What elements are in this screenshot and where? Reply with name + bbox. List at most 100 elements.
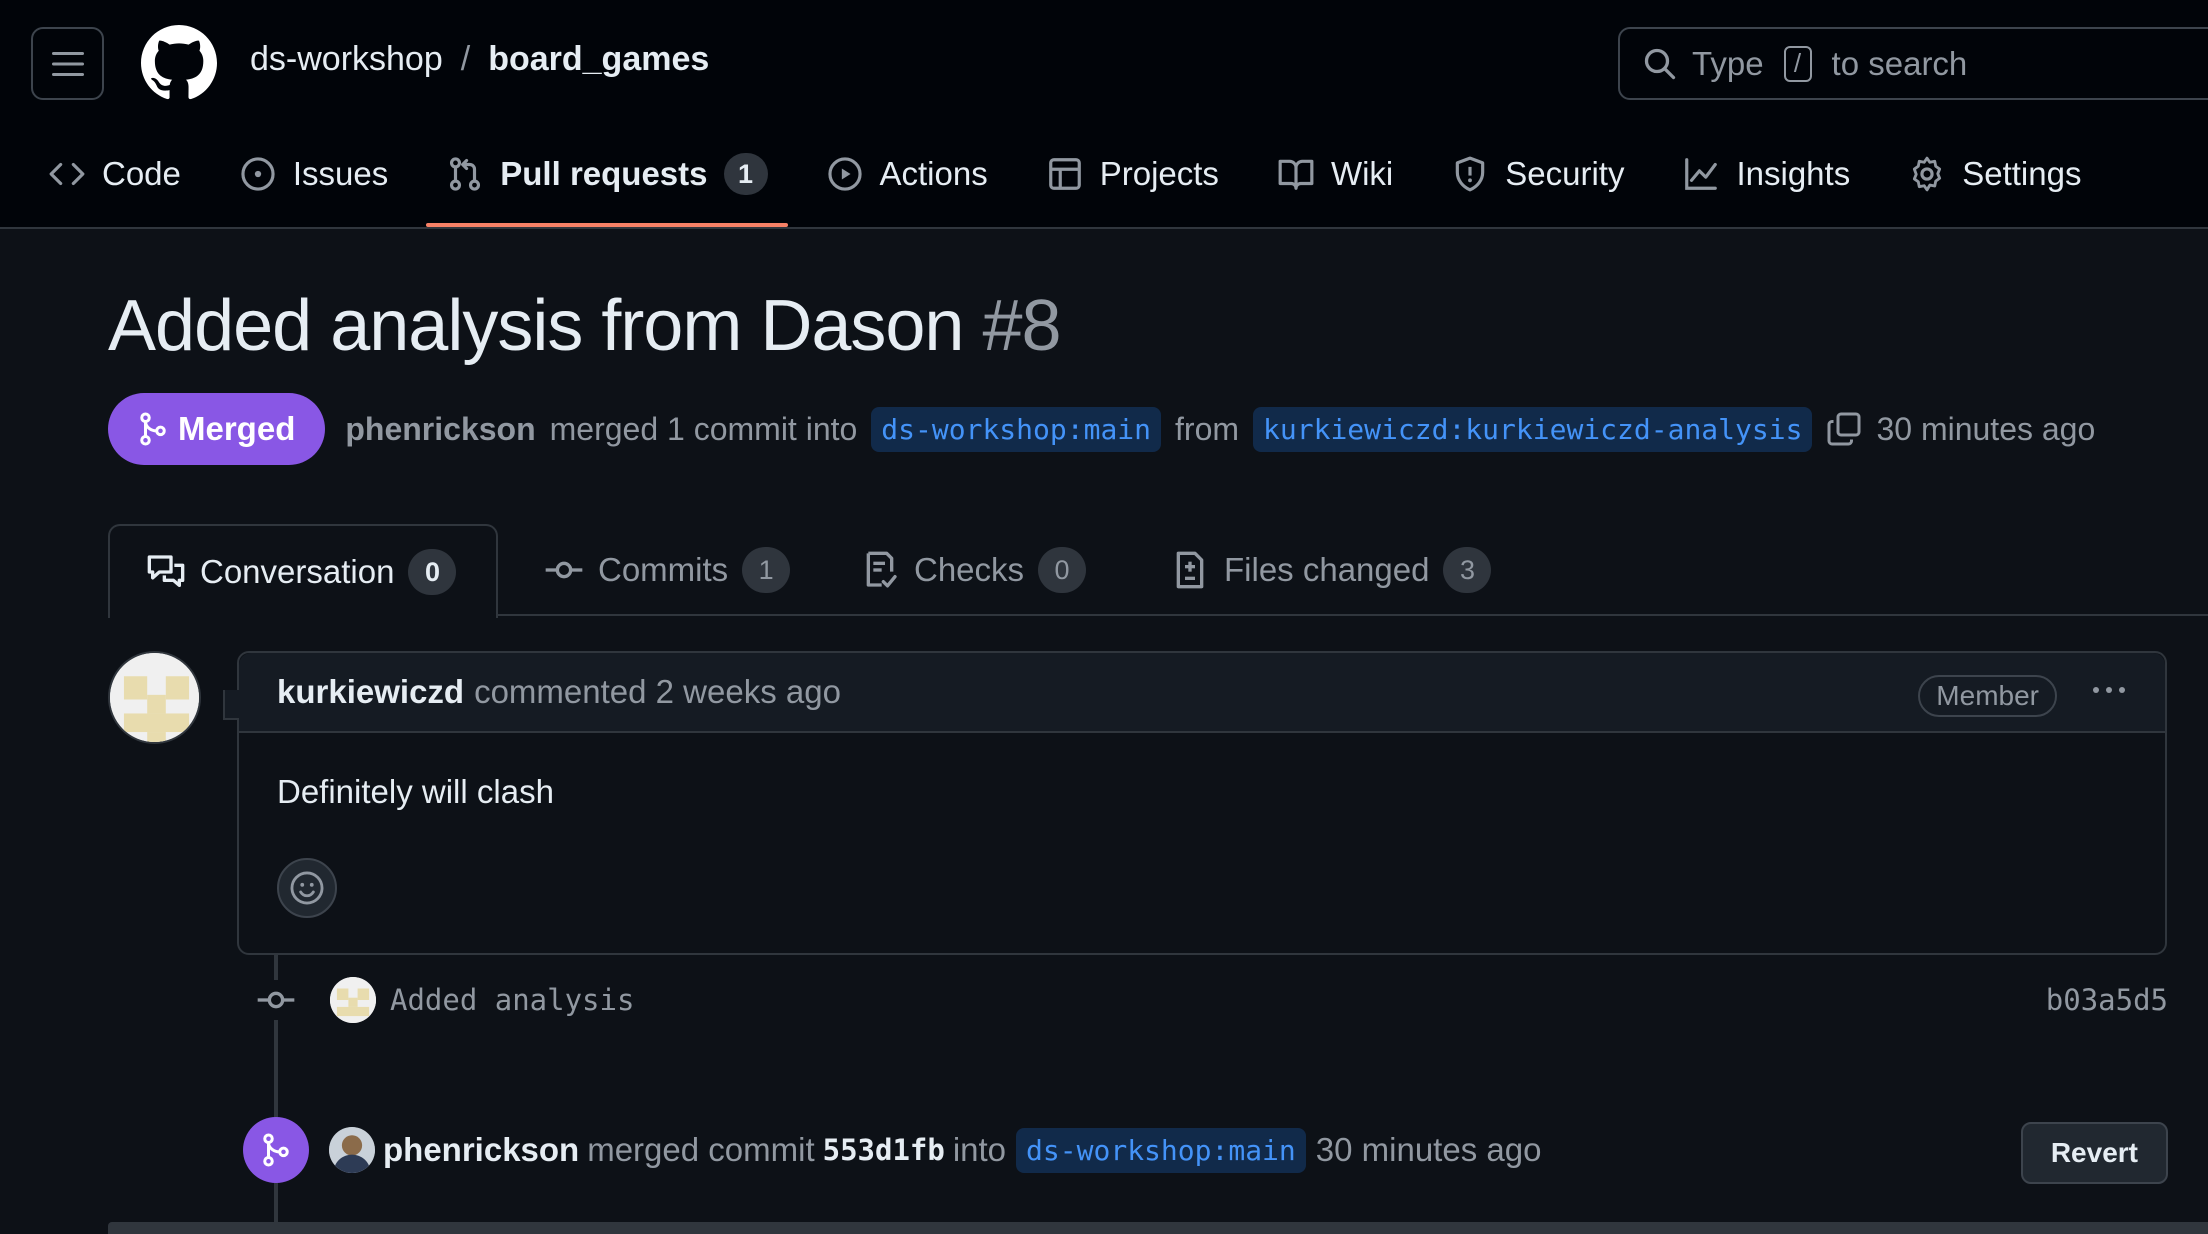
pr-meta: Merged phenrickson merged 1 commit into … (108, 393, 2095, 465)
shield-icon (1456, 156, 1485, 192)
pr-title: Added analysis from Dason #8 (108, 285, 1062, 367)
tab-files-changed[interactable]: Files changed 3 (1170, 524, 1492, 616)
search-icon (1644, 48, 1676, 79)
copy-icon[interactable] (1826, 411, 1862, 447)
gear-icon (1913, 156, 1942, 192)
merge-timestamp[interactable]: 30 minutes ago (1316, 1131, 1542, 1169)
tab-settings[interactable]: Settings (1888, 140, 2101, 208)
tab-actions[interactable]: Actions (806, 140, 1008, 208)
revert-button[interactable]: Revert (2020, 1122, 2168, 1184)
tab-insights-label: Insights (1736, 155, 1851, 192)
merged-event-badge (243, 1117, 309, 1183)
pr-from-text: from (1175, 410, 1240, 447)
checklist-icon (866, 551, 897, 588)
comment-discussion-icon (147, 555, 185, 587)
commit-icon (545, 561, 583, 579)
tab-files-changed-label: Files changed (1224, 551, 1430, 588)
table-icon (1048, 158, 1081, 190)
pull-request-icon (450, 157, 481, 191)
commit-event: Added analysis b03a5d5 (256, 970, 2168, 1030)
book-icon (1278, 159, 1314, 190)
repo-nav: Code Issues Pull requests 1 Actions Proj… (48, 140, 2119, 228)
search-input[interactable]: Type / to search (1618, 27, 2208, 100)
tab-code-label: Code (102, 155, 181, 192)
breadcrumb-owner[interactable]: ds-workshop (250, 40, 443, 79)
merge-icon (140, 412, 166, 446)
add-reaction-button[interactable] (277, 858, 337, 918)
user-photo-avatar-icon (329, 1127, 375, 1173)
identicon-avatar-icon (110, 653, 199, 742)
pr-timestamp: 30 minutes ago (1876, 410, 2096, 447)
tab-insights[interactable]: Insights (1662, 140, 1870, 208)
tab-commits[interactable]: Commits 1 (544, 524, 791, 616)
comment-options-icon[interactable] (2093, 687, 2125, 693)
tab-settings-label: Settings (1962, 155, 2082, 192)
tab-pull-requests-label: Pull requests (500, 155, 708, 192)
tab-code[interactable]: Code (48, 140, 201, 208)
file-diff-icon (1176, 551, 1204, 589)
menu-button[interactable] (31, 27, 104, 100)
tab-issues-label: Issues (292, 155, 389, 192)
merger-user-link[interactable]: phenrickson (383, 1131, 579, 1169)
commit-sha-link[interactable]: b03a5d5 (2046, 983, 2168, 1017)
comment-header: kurkiewiczd commented 2 weeks ago Member (239, 653, 2165, 733)
search-shortcut-key: / (1783, 45, 1812, 82)
pr-action-text: merged 1 commit into (549, 410, 858, 447)
commenter-avatar[interactable] (108, 651, 201, 744)
merge-event: phenrickson merged commit 553d1fb into d… (243, 1114, 2168, 1186)
tab-issues[interactable]: Issues (219, 140, 408, 208)
member-badge: Member (1918, 675, 2057, 717)
comment-box: kurkiewiczd commented 2 weeks ago Member… (223, 651, 2167, 955)
breadcrumb-repo[interactable]: board_games (488, 40, 709, 79)
merged-status-badge: Merged (108, 393, 326, 465)
pull-requests-count: 1 (723, 153, 768, 195)
merger-avatar[interactable] (329, 1127, 375, 1173)
tab-commits-label: Commits (598, 551, 729, 588)
commit-author-avatar[interactable] (330, 977, 376, 1023)
smiley-icon (290, 871, 324, 905)
tab-projects[interactable]: Projects (1026, 140, 1239, 208)
tab-projects-label: Projects (1099, 155, 1219, 192)
tab-actions-label: Actions (879, 155, 988, 192)
commits-count: 1 (742, 547, 791, 593)
tab-wiki-label: Wiki (1330, 155, 1394, 192)
commit-icon (256, 980, 296, 1020)
merge-into-text: into (952, 1131, 1007, 1168)
search-placeholder-suffix: to search (1831, 44, 1968, 82)
bottom-edge-bar (108, 1222, 2208, 1234)
tab-checks-label: Checks (914, 551, 1025, 588)
play-icon (827, 157, 862, 191)
pr-number: #8 (982, 286, 1061, 366)
tab-checks[interactable]: Checks 0 (860, 524, 1087, 616)
comment-timestamp[interactable]: commented 2 weeks ago (474, 673, 841, 711)
tab-security-label: Security (1505, 155, 1625, 192)
head-branch-link[interactable]: kurkiewiczd:kurkiewiczd-analysis (1253, 406, 1813, 452)
merge-target-branch-link[interactable]: ds-workshop:main (1016, 1127, 1306, 1173)
merge-icon (263, 1133, 289, 1167)
merged-status-label: Merged (178, 410, 296, 447)
tab-conversation[interactable]: Conversation 0 (108, 524, 498, 618)
tab-wiki[interactable]: Wiki (1257, 140, 1413, 208)
tab-security[interactable]: Security (1431, 140, 1644, 208)
tab-conversation-label: Conversation (200, 553, 395, 590)
commit-message-link[interactable]: Added analysis (390, 983, 634, 1017)
tab-pull-requests[interactable]: Pull requests 1 (426, 140, 788, 227)
app-header: ds-workshop / board_games Type / to sear… (0, 0, 2208, 229)
pr-tabs: Conversation 0 Commits 1 Checks 0 Files … (108, 524, 2208, 618)
checks-count: 0 (1038, 547, 1087, 593)
pr-author-link[interactable]: phenrickson (345, 411, 535, 448)
code-icon (49, 162, 85, 186)
merge-commit-sha-link[interactable]: 553d1fb (823, 1133, 945, 1167)
files-changed-count: 3 (1443, 547, 1492, 593)
breadcrumb: ds-workshop / board_games (250, 40, 709, 79)
graph-icon (1685, 158, 1718, 190)
comment-author-link[interactable]: kurkiewiczd (277, 673, 464, 711)
merge-event-text: merged commit (587, 1131, 815, 1168)
base-branch-link[interactable]: ds-workshop:main (871, 406, 1162, 452)
hamburger-icon (51, 51, 84, 76)
issue-icon (241, 157, 275, 191)
search-placeholder-prefix: Type (1692, 44, 1764, 82)
comment-body: Definitely will clash (277, 773, 554, 810)
github-logo-icon[interactable] (141, 25, 217, 101)
breadcrumb-separator: / (460, 40, 471, 78)
